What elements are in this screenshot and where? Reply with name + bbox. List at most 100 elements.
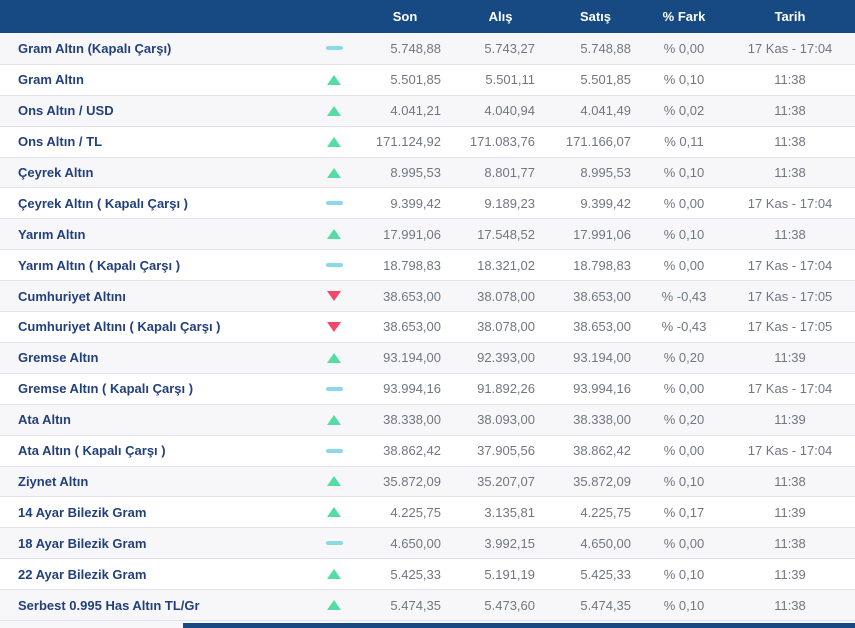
trend-flat-icon — [311, 33, 357, 64]
trend-up-icon — [311, 127, 357, 157]
satis-value: 18.798,83 — [573, 257, 631, 273]
instrument-name-link[interactable]: Yarım Altın — [0, 219, 311, 249]
trend-flat-icon — [311, 528, 357, 558]
table-row: Yarım Altın 17.991,06 17.548,52 17.991,06 % … — [0, 218, 855, 250]
instrument-name-link[interactable]: Gram Altın (Kapalı Çarşı) — [0, 33, 311, 64]
trend-up-icon — [311, 497, 357, 527]
table-row: Ziynet Altın 35.872,09 35.207,07 35.872,09%… — [0, 465, 855, 497]
fark-value: % 0,02 — [663, 103, 705, 119]
instrument-name-link[interactable]: Ziynet Altın — [0, 467, 311, 497]
satis-value: 93.994,16 — [573, 381, 631, 397]
table-row: 18 Ayar Bilezik Gram 4.650,00 3.992,15 4.65… — [0, 527, 855, 559]
instrument-name-link[interactable]: Ata Altın ( Kapalı Çarşı ) — [0, 436, 311, 466]
tarih-value: 11:38 — [774, 72, 806, 88]
instrument-name-link[interactable]: Gremse Altın — [0, 343, 311, 373]
trend-down-icon — [311, 312, 357, 342]
son-value: 171.124,92 — [375, 134, 441, 150]
flat-dash-icon — [325, 201, 343, 206]
son-value: 8.995,53 — [390, 165, 441, 181]
fark-value: % 0,20 — [663, 412, 705, 428]
next-table-partial — [0, 620, 855, 628]
table-row: Gram Altın (Kapalı Çarşı) 5.748,88 5.743,2… — [0, 33, 855, 64]
satis-value: 93.194,00 — [573, 350, 631, 366]
up-triangle-icon — [327, 476, 341, 487]
alis-value: 9.189,23 — [484, 195, 535, 211]
header-fark: % Fark — [662, 9, 706, 24]
satis-value: 5.425,33 — [580, 566, 631, 582]
son-value: 38.862,42 — [383, 443, 441, 459]
trend-flat-icon — [311, 188, 357, 218]
son-value: 5.425,33 — [390, 566, 441, 582]
instrument-name-link[interactable]: Serbest 0.995 Has Altın TL/Gr — [0, 590, 311, 620]
up-triangle-icon — [327, 507, 341, 518]
son-value: 93.194,00 — [383, 350, 441, 366]
fark-value: % 0,10 — [663, 597, 705, 613]
tarih-value: 11:38 — [774, 165, 806, 181]
trend-down-icon — [311, 281, 357, 311]
fark-value: % 0,10 — [663, 566, 705, 582]
instrument-name-link[interactable]: Çeyrek Altın — [0, 158, 311, 188]
up-triangle-icon — [327, 136, 341, 147]
instrument-name-link[interactable]: Gremse Altın ( Kapalı Çarşı ) — [0, 374, 311, 404]
son-value: 38.653,00 — [383, 288, 441, 304]
son-value: 35.872,09 — [383, 473, 441, 489]
header-son: Son — [392, 9, 418, 24]
son-value: 18.798,83 — [383, 257, 441, 273]
instrument-name-link[interactable]: Cumhuriyet Altını ( Kapalı Çarşı ) — [0, 312, 311, 342]
table-row: Gremse Altın ( Kapalı Çarşı ) 93.994,16 91… — [0, 372, 855, 404]
tarih-value: 11:38 — [774, 597, 806, 613]
table-row: Yarım Altın ( Kapalı Çarşı ) 18.798,83 18.… — [0, 249, 855, 281]
alis-value: 38.078,00 — [477, 288, 535, 304]
son-value: 5.501,85 — [390, 72, 441, 88]
fark-value: % 0,17 — [663, 504, 705, 520]
instrument-name-link[interactable]: Ons Altın / TL — [0, 127, 311, 157]
instrument-name-link[interactable]: Çeyrek Altın ( Kapalı Çarşı ) — [0, 188, 311, 218]
trend-up-icon — [311, 65, 357, 95]
fark-value: % 0,10 — [663, 165, 705, 181]
table-row: Serbest 0.995 Has Altın TL/Gr 5.474,35 5.4… — [0, 589, 855, 620]
flat-dash-icon — [325, 46, 343, 51]
son-value: 4.041,21 — [390, 103, 441, 119]
trend-flat-icon — [311, 374, 357, 404]
table-row: Ons Altın / TL 171.124,92 171.083,76 171.16… — [0, 125, 855, 157]
fark-value: % 0,11 — [664, 134, 704, 150]
alis-value: 37.905,56 — [477, 443, 535, 459]
son-value: 93.994,16 — [383, 381, 441, 397]
satis-value: 38.338,00 — [573, 412, 631, 428]
instrument-name-link[interactable]: Cumhuriyet Altını — [0, 281, 311, 311]
instrument-name-link[interactable]: Ons Altın / USD — [0, 96, 311, 126]
satis-value: 17.991,06 — [573, 226, 631, 242]
tarih-value: 11:39 — [774, 350, 806, 366]
tarih-value: 11:39 — [774, 566, 806, 582]
flat-dash-icon — [325, 263, 343, 268]
header-alis: Alış — [488, 9, 513, 24]
table-row: 22 Ayar Bilezik Gram 5.425,33 5.191,19 5.42… — [0, 558, 855, 590]
flat-dash-icon — [325, 386, 343, 391]
instrument-name-link[interactable]: Yarım Altın ( Kapalı Çarşı ) — [0, 250, 311, 280]
son-value: 17.991,06 — [383, 226, 441, 242]
fark-value: % 0,00 — [663, 40, 705, 56]
alis-value: 5.473,60 — [484, 597, 535, 613]
header-name-spacer — [0, 0, 311, 33]
tarih-value: 17 Kas - 17:04 — [747, 40, 833, 56]
tarih-value: 11:38 — [774, 134, 806, 150]
alis-value: 5.743,27 — [484, 40, 535, 56]
satis-value: 171.166,07 — [565, 134, 631, 150]
up-triangle-icon — [327, 414, 341, 425]
son-value: 9.399,42 — [390, 195, 441, 211]
alis-value: 3.992,15 — [484, 535, 535, 551]
up-triangle-icon — [327, 569, 341, 580]
son-value: 4.650,00 — [390, 535, 441, 551]
satis-value: 5.474,35 — [580, 597, 631, 613]
son-value: 5.474,35 — [390, 597, 441, 613]
satis-value: 38.862,42 — [573, 443, 631, 459]
instrument-name-link[interactable]: Gram Altın — [0, 65, 311, 95]
tarih-value: 11:38 — [774, 226, 806, 242]
instrument-name-link[interactable]: 18 Ayar Bilezik Gram — [0, 528, 311, 558]
up-triangle-icon — [327, 167, 341, 178]
instrument-name-link[interactable]: Ata Altın — [0, 405, 311, 435]
satis-value: 8.995,53 — [580, 165, 631, 181]
instrument-name-link[interactable]: 14 Ayar Bilezik Gram — [0, 497, 311, 527]
instrument-name-link[interactable]: 22 Ayar Bilezik Gram — [0, 559, 311, 589]
alis-value: 35.207,07 — [477, 473, 535, 489]
